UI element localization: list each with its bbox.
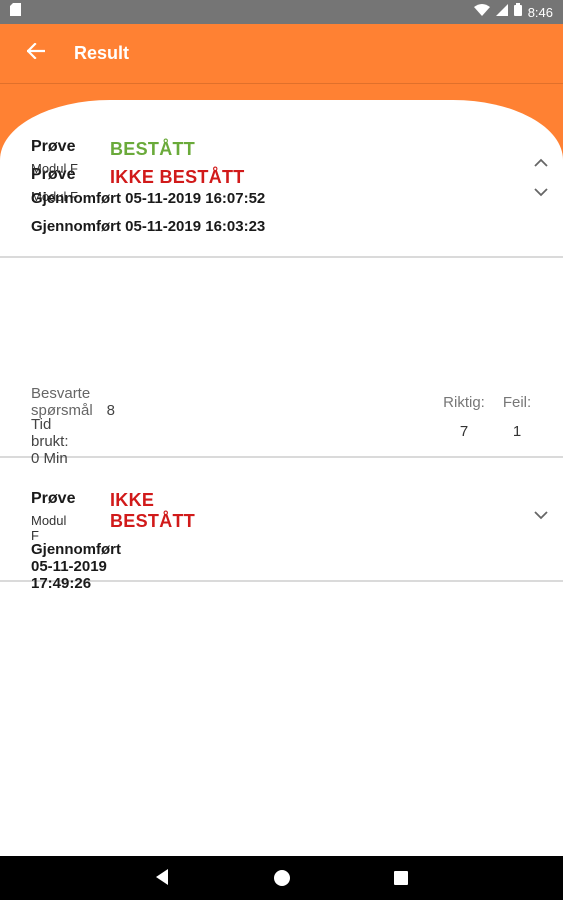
answered-value: 8 (106, 402, 116, 419)
time-used: Tid brukt: 0 Min (31, 416, 69, 467)
app-bar: Result (0, 24, 563, 84)
completed-timestamp: Gjennomført 05-11-2019 16:03:23 (31, 218, 266, 235)
wifi-icon (473, 3, 490, 21)
status-badge: BESTÅTT (110, 139, 196, 159)
navigation-bar (0, 856, 563, 900)
correct-label: Riktig: (443, 394, 485, 411)
results-list: Prøve Modul F IKKE BESTÅTT Gjennomført 0… (0, 138, 563, 582)
correct-column: Riktig: 7 (440, 394, 488, 440)
result-title: Prøve (31, 490, 76, 507)
square-recents-icon (393, 871, 409, 890)
wrong-label: Feil: (502, 394, 532, 411)
result-module: Modul F (31, 513, 67, 543)
chevron-down-icon[interactable] (533, 184, 549, 200)
status-badge: IKKE BESTÅTT (110, 167, 245, 187)
chevron-down-icon[interactable] (533, 507, 549, 523)
answered-label: Besvarte spørsmål (31, 385, 93, 419)
clock: 8:46 (527, 4, 553, 20)
back-button[interactable] (22, 40, 50, 68)
result-module: Modul F (31, 161, 78, 176)
correct-value: 7 (459, 423, 469, 440)
wrong-column: Feil: 1 (500, 394, 534, 440)
battery-icon (513, 3, 522, 21)
circle-home-icon (273, 870, 291, 891)
result-title: Prøve (31, 138, 76, 155)
completed-timestamp: Gjennomført 05-11-2019 17:49:26 (31, 541, 121, 592)
wrong-value: 1 (512, 423, 522, 440)
recents-nav-button[interactable] (393, 870, 409, 891)
completed-timestamp: Gjennomført 05-11-2019 16:07:52 (31, 190, 266, 207)
arrow-left-icon (26, 42, 46, 64)
page-title: Result (74, 43, 130, 63)
triangle-back-icon (154, 869, 170, 890)
status-badge: IKKE BESTÅTT (110, 490, 196, 531)
home-nav-button[interactable] (273, 869, 291, 892)
sd-card-icon (10, 3, 21, 21)
back-nav-button[interactable] (154, 868, 170, 891)
signal-icon (495, 3, 508, 21)
chevron-up-icon[interactable] (533, 155, 549, 171)
status-bar: 8:46 (0, 0, 563, 24)
answered-row: Besvarte spørsmål 8 (31, 385, 115, 419)
